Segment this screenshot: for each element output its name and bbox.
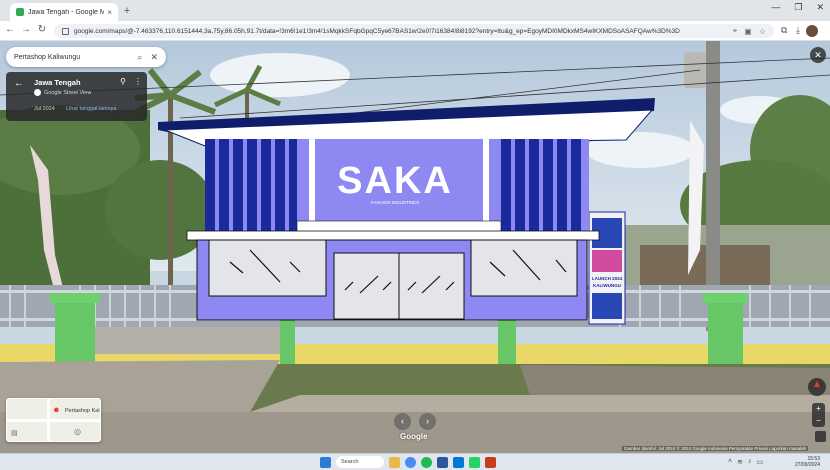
minimap[interactable]: ● Pertashop Kal ▤ ◎ <box>6 398 101 442</box>
browser-tab[interactable]: Jawa Tengah - Google Maps × <box>10 3 118 21</box>
pan-right-arrow-icon[interactable]: › <box>419 413 436 430</box>
street-view-logo-icon <box>34 89 41 96</box>
spotify-icon[interactable] <box>421 456 432 468</box>
browser-toolbar: ← → ↻ google.com/maps/@-7.463376,110.615… <box>0 21 830 41</box>
green-pillar <box>55 300 95 364</box>
street-view-info-card: ← Jawa Tengah ⚲ ⋮ Google Street View Jul… <box>6 72 147 121</box>
maps-search-box[interactable]: Pertashop Kaliwungu ⌕ ✕ <box>6 47 166 67</box>
taskbar-search-label: Search <box>341 459 359 465</box>
new-tab-button[interactable]: + <box>120 4 134 18</box>
close-window-icon[interactable]: ✕ <box>816 2 824 13</box>
minimap-road <box>7 419 100 422</box>
taskbar-search[interactable]: Search <box>336 456 384 468</box>
location-icon[interactable]: ⌖ <box>733 26 738 36</box>
forward-arrow-icon[interactable]: → <box>20 24 32 35</box>
back-arrow-icon[interactable]: ← <box>4 24 16 35</box>
expand-map-icon[interactable]: ◎ <box>74 427 81 436</box>
kiosk-door-left <box>333 252 400 320</box>
system-tray: ˄ ≋ ♪ ▭ <box>728 458 763 466</box>
more-options-icon[interactable]: ⋮ <box>134 77 142 86</box>
kiosk-column <box>483 139 489 232</box>
street-view-source: Google Street View <box>34 89 91 96</box>
pegman-icon[interactable] <box>815 431 826 442</box>
chrome-icon[interactable] <box>405 456 416 468</box>
banner-line2: KALIWUNGU <box>593 283 621 288</box>
extensions-icon[interactable]: ⧉ <box>781 25 787 36</box>
clear-search-icon[interactable]: ✕ <box>150 52 158 63</box>
zoom-out-button[interactable]: − <box>812 415 825 427</box>
wifi-icon[interactable]: ≋ <box>737 458 743 466</box>
green-pillar <box>498 320 516 368</box>
place-name: Jawa Tengah <box>34 78 81 87</box>
reload-icon[interactable]: ↻ <box>36 24 48 35</box>
search-icon[interactable]: ⌕ <box>137 52 142 63</box>
window-controls: — ❐ ✕ <box>771 2 824 13</box>
taskbar-clock[interactable]: 15:53 27/09/2024 <box>795 456 820 468</box>
powerpoint-icon[interactable] <box>485 456 496 468</box>
maximize-icon[interactable]: ❐ <box>794 2 802 13</box>
site-info-icon[interactable] <box>62 27 69 35</box>
clock-date: 27/09/2024 <box>794 462 820 468</box>
kiosk-window-right <box>470 239 578 297</box>
search-input[interactable]: Pertashop Kaliwungu <box>14 54 129 61</box>
word-icon[interactable] <box>437 456 448 468</box>
kiosk-fascia <box>296 220 502 233</box>
close-street-view-button[interactable]: ✕ <box>810 47 826 63</box>
address-bar[interactable]: google.com/maps/@-7.463376,110.6151444,3… <box>54 24 774 38</box>
minimap-road <box>47 399 50 441</box>
kiosk-column <box>309 139 315 232</box>
compass-icon[interactable] <box>808 378 826 396</box>
green-pillar <box>280 320 295 365</box>
location-pin-icon[interactable]: ⚲ <box>120 77 126 86</box>
tab-title: Jawa Tengah - Google Maps <box>28 8 105 16</box>
minimap-place-label: Pertashop Kal <box>65 408 100 414</box>
kiosk-door-right <box>398 252 465 320</box>
green-pillar <box>708 300 743 370</box>
url-text[interactable]: google.com/maps/@-7.463376,110.6151444,3… <box>74 28 726 35</box>
cloud <box>210 53 350 97</box>
bookmark-star-icon[interactable]: ☆ <box>759 27 766 36</box>
browser-tab-strip: Jawa Tengah - Google Maps × + — ❐ ✕ <box>0 0 830 21</box>
windows-taskbar: Search ˄ ≋ ♪ ▭ 15:53 27/09/2024 <box>0 453 830 470</box>
zoom-controls: + − <box>812 403 825 427</box>
google-maps-favicon-icon <box>16 8 24 16</box>
speaker-icon[interactable]: ♪ <box>748 458 752 466</box>
source-label: Google Street View <box>44 89 92 96</box>
zoom-in-button[interactable]: + <box>812 403 825 415</box>
taskbar-apps: Search <box>320 456 496 468</box>
sidewalk <box>250 395 830 412</box>
file-explorer-icon[interactable] <box>389 456 400 468</box>
whatsapp-icon[interactable] <box>469 456 480 468</box>
downloads-icon[interactable]: ⤓ <box>796 25 800 36</box>
transformer <box>684 52 706 88</box>
brand-tagline: FASHION INDUSTRIES <box>371 200 419 205</box>
start-menu-icon[interactable] <box>320 456 331 468</box>
outlook-icon[interactable] <box>453 456 464 468</box>
building-right <box>640 245 770 285</box>
install-app-icon[interactable]: ▣ <box>744 27 752 36</box>
google-logo: Google <box>400 432 428 441</box>
map-pin-icon: ● <box>53 404 60 416</box>
road-patch <box>520 365 830 395</box>
banner-line1: LAUNCH 2024 <box>592 276 623 281</box>
tab-close-icon[interactable]: × <box>107 8 112 17</box>
green-pillar-cap <box>703 293 748 303</box>
kiosk-awning <box>186 230 600 241</box>
capture-date: Jul 2024 <box>34 106 55 112</box>
pan-left-arrow-icon[interactable]: ‹ <box>394 413 411 430</box>
green-pillar-cap <box>50 293 100 303</box>
chevron-up-icon[interactable]: ˄ <box>728 458 732 466</box>
brand-logo: SAKA <box>337 160 453 202</box>
saka-kiosk: SAKA FASHION INDUSTRIES <box>158 98 655 321</box>
wall-gray-section <box>90 327 280 354</box>
other-dates-link[interactable]: Lihat tanggal lainnya <box>66 106 116 112</box>
back-arrow-icon[interactable]: ← <box>14 78 24 89</box>
map-attribution[interactable]: Gambar diambil: Jul 2024 © 2024 Google I… <box>622 446 809 451</box>
layers-icon[interactable]: ▤ <box>11 429 18 437</box>
profile-avatar[interactable] <box>806 25 818 37</box>
minimize-icon[interactable]: — <box>771 2 780 13</box>
battery-icon[interactable]: ▭ <box>756 458 763 466</box>
